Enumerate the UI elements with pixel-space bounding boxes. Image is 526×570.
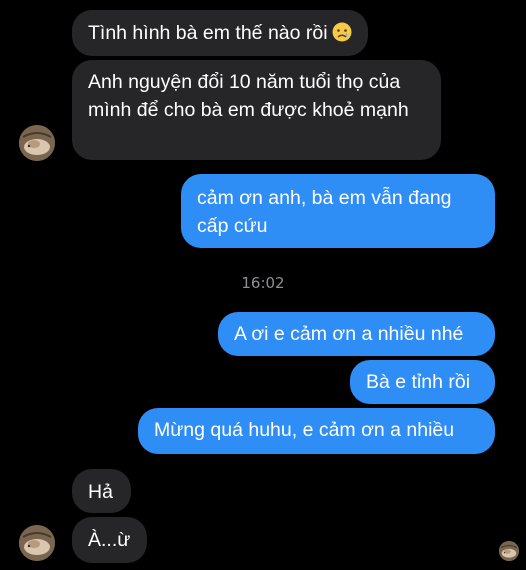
sent-message[interactable]: Mừng quá huhu, e cảm ơn a nhiều: [138, 408, 495, 454]
received-message[interactable]: À...ừ: [72, 517, 147, 563]
message-text: A ơi e cảm ơn a nhiều nhé: [234, 323, 464, 345]
message-timestamp: 16:02: [241, 274, 285, 292]
received-message[interactable]: Anh nguyện đổi 10 năm tuổi thọ của mình …: [72, 60, 441, 160]
sent-message[interactable]: Bà e tỉnh rồi: [350, 360, 495, 404]
cat-avatar-icon: [19, 125, 55, 161]
contact-avatar[interactable]: [19, 125, 55, 161]
message-text: Anh nguyện đổi 10 năm tuổi thọ của mình …: [88, 71, 409, 121]
cat-avatar-icon: [19, 525, 55, 561]
sent-message[interactable]: cảm ơn anh, bà em vẫn đang cấp cứu: [181, 174, 495, 248]
cat-avatar-icon: [499, 541, 519, 561]
message-text: À...ừ: [88, 529, 131, 551]
message-text: Bà e tỉnh rồi: [366, 371, 471, 393]
contact-avatar[interactable]: [19, 525, 55, 561]
crying-face-icon: [332, 22, 352, 42]
message-text: Mừng quá huhu, e cảm ơn a nhiều: [154, 419, 455, 441]
seen-receipt-avatar: [499, 541, 519, 561]
received-message[interactable]: Tình hình bà em thế nào rồi: [72, 10, 368, 56]
sent-message[interactable]: A ơi e cảm ơn a nhiều nhé: [218, 312, 495, 356]
received-message[interactable]: Hả: [72, 469, 131, 513]
message-text: Tình hình bà em thế nào rồi: [88, 22, 328, 44]
message-text: cảm ơn anh, bà em vẫn đang cấp cứu: [197, 187, 452, 237]
message-text: Hả: [88, 481, 113, 503]
